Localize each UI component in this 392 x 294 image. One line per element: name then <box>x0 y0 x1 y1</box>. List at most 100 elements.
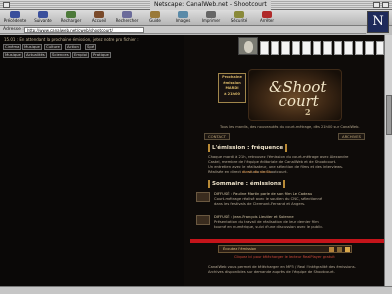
home-button[interactable]: Accueil <box>86 11 112 25</box>
next-show-badge[interactable]: Prochaine émission MARDI à 21h00 <box>218 73 246 103</box>
guide-icon <box>150 11 160 18</box>
search-icon <box>122 11 132 18</box>
avatar <box>238 37 258 55</box>
netscape-logo-icon[interactable]: N <box>367 11 389 33</box>
reload-button[interactable]: Recharger <box>58 11 84 25</box>
chip-row2-3[interactable]: Emploi <box>72 52 89 58</box>
chip-row1-1[interactable]: Musique <box>22 44 42 50</box>
lock-icon <box>234 11 244 18</box>
chip-row1-3[interactable]: Action <box>65 44 81 50</box>
banner-cell <box>291 41 300 55</box>
chip-row2-4[interactable]: Pratique <box>91 52 111 58</box>
promo-line: Prochaine <box>222 75 242 79</box>
logo-sub: 2 <box>305 107 311 117</box>
main-frame: Prochaine émission MARDI à 21h00 &Shoot … <box>190 35 384 286</box>
images-button[interactable]: Images <box>170 11 196 25</box>
banner-cell <box>323 41 332 55</box>
forward-label: Suivante <box>34 18 52 23</box>
banner-cell <box>302 41 311 55</box>
promo-line: MARDI <box>225 86 239 90</box>
collapse-box-icon[interactable] <box>382 2 389 8</box>
chip-row1-0[interactable]: Cinéma <box>3 44 22 50</box>
stop-label: Arrêter <box>259 18 274 23</box>
section-emission-title: L'émission : fréquence <box>208 144 288 152</box>
episode-thumbnail[interactable] <box>196 215 210 225</box>
browser-window: Netscape: CanalWeb.net - Shootcourt Préc… <box>0 0 392 294</box>
arrow-left-icon <box>10 11 20 18</box>
security-button[interactable]: Sécurité <box>226 11 252 25</box>
stop-icon[interactable] <box>337 247 342 252</box>
banner-strip <box>260 41 384 55</box>
episode-thumbnail[interactable] <box>196 192 210 202</box>
chip-row2-1[interactable]: Actualités <box>24 52 47 58</box>
face-icon <box>244 41 253 53</box>
home-icon <box>94 11 104 18</box>
reload-label: Recharger <box>60 18 82 23</box>
chip-row1-4[interactable]: Spé <box>85 44 97 50</box>
search-label: Rechercher <box>115 18 139 23</box>
intro-text: Tous les mardis, des nouveautés du court… <box>220 125 360 129</box>
promo-line: à 21h00 <box>224 91 240 96</box>
banner-cell <box>375 41 384 55</box>
page-content: 15.01 : En attendant la prochaine émissi… <box>0 35 384 286</box>
footer-line: Archives disponibles sur demande auprès … <box>208 270 335 274</box>
left-frame: 15.01 : En attendant la prochaine émissi… <box>0 35 184 286</box>
zoom-box-icon[interactable] <box>373 2 380 8</box>
window-title: Netscape: CanalWeb.net - Shootcourt <box>150 0 271 10</box>
stop-button[interactable]: Arrêter <box>254 11 280 25</box>
studio-link[interactable]: direct du studio <box>242 170 271 175</box>
accent-divider <box>190 239 384 243</box>
back-label: Précédente <box>3 18 27 23</box>
logo-text-line2: court <box>278 92 319 110</box>
player-note-link[interactable]: Cliquez ici pour télécharger le lecteur … <box>234 254 354 260</box>
arrow-right-icon <box>38 11 48 18</box>
location-bar: Adresse : http://www.canalweb.net/cweb/s… <box>0 26 366 34</box>
banner-cell <box>333 41 342 55</box>
navigation-toolbar: Précédente Suivante Recharger Accueil Re… <box>0 10 392 33</box>
security-label: Sécurité <box>230 18 248 23</box>
reload-icon <box>66 11 76 18</box>
section-sommaire-title: Sommaire : émissions <box>208 180 286 188</box>
guide-button[interactable]: Guide <box>142 11 168 25</box>
contact-button[interactable]: CONTACT <box>204 133 231 140</box>
player-label: Écoutez l'émission <box>223 247 257 251</box>
notice-text: 15.01 : En attendant la prochaine émissi… <box>4 37 139 42</box>
status-bar <box>0 286 392 294</box>
banner-cell <box>344 41 353 55</box>
volume-icon[interactable] <box>345 247 350 252</box>
guide-label: Guide <box>149 18 161 23</box>
logo-text: &Shoot court <box>269 80 326 110</box>
banner-cell <box>365 41 374 55</box>
vertical-scrollbar[interactable] <box>384 35 392 286</box>
episode-line: tourné en numérique, suivi d'une discuss… <box>214 225 324 229</box>
close-box-icon[interactable] <box>3 2 10 8</box>
banner-cell <box>312 41 321 55</box>
forward-button[interactable]: Suivante <box>30 11 56 25</box>
back-button[interactable]: Précédente <box>2 11 28 25</box>
location-label: Adresse : <box>3 27 24 32</box>
url-field[interactable]: http://www.canalweb.net/cweb/shootcourt/ <box>24 27 144 33</box>
banner-cell <box>260 41 269 55</box>
chip-row1-2[interactable]: Culture <box>44 44 62 50</box>
chip-row2-0[interactable]: Musique <box>3 52 23 58</box>
audio-player[interactable]: Écoutez l'émission <box>218 245 352 253</box>
print-button[interactable]: Imprimer <box>198 11 224 25</box>
home-label: Accueil <box>91 18 107 23</box>
images-icon <box>178 11 188 18</box>
stop-icon <box>262 11 272 18</box>
banner-cell <box>354 41 363 55</box>
banner-cell <box>270 41 279 55</box>
episode-line: dans les festivals de Clermont-Ferrand e… <box>214 202 306 206</box>
chip-row2-2[interactable]: Sciences <box>50 52 71 58</box>
promo-line: émission <box>223 80 241 85</box>
play-icon[interactable] <box>329 247 334 252</box>
archives-button[interactable]: ARCHIVES <box>338 133 366 140</box>
print-label: Imprimer <box>201 18 221 23</box>
search-button[interactable]: Rechercher <box>114 11 140 25</box>
shootcourt-logo: &Shoot court 2 <box>248 69 342 121</box>
print-icon <box>206 11 216 18</box>
images-label: Images <box>175 18 191 23</box>
banner-cell <box>281 41 290 55</box>
scroll-thumb[interactable] <box>386 95 392 135</box>
title-bar[interactable]: Netscape: CanalWeb.net - Shootcourt <box>0 0 392 10</box>
